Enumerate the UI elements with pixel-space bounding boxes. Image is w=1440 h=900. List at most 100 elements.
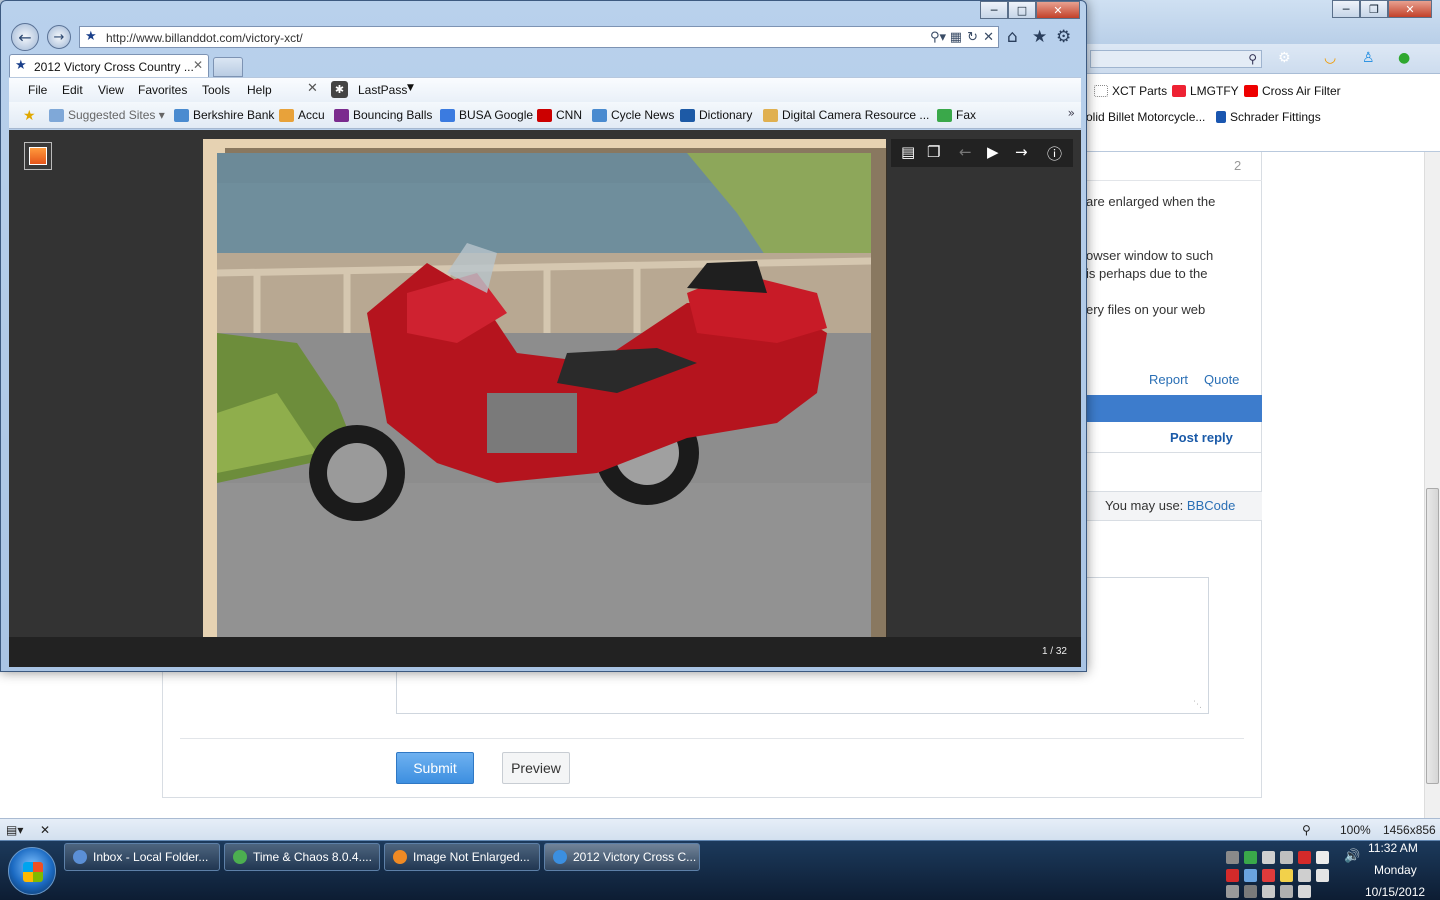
bookmark-lmgtfy[interactable]: LMGTFY (1172, 84, 1239, 98)
favorite-fax[interactable]: Fax (937, 108, 976, 122)
taskbar-item-inbox[interactable]: Inbox - Local Folder... (64, 843, 220, 871)
favorite-berkshire-bank[interactable]: Berkshire Bank (174, 108, 274, 122)
bookmark-cross-air-filter[interactable]: Cross Air Filter (1244, 84, 1341, 98)
tray-icon[interactable] (1244, 869, 1257, 882)
tools-gear-icon[interactable]: ⚙ (1056, 27, 1071, 47)
tray-icon[interactable] (1262, 851, 1275, 864)
favorite-cnn[interactable]: CNN (537, 108, 582, 122)
stop-icon[interactable]: ✕ (983, 30, 994, 45)
close-button[interactable]: ✕ (1036, 1, 1080, 19)
tray-icon[interactable] (1280, 885, 1293, 898)
chevron-right-icon[interactable]: » (1068, 106, 1075, 120)
tray-icon[interactable] (1262, 885, 1275, 898)
menu-edit[interactable]: Edit (62, 83, 83, 97)
preview-button[interactable]: Preview (502, 752, 570, 784)
previous-arrow-icon[interactable]: ← (959, 143, 972, 161)
lastpass-icon[interactable]: ✱ (331, 81, 348, 98)
next-arrow-icon[interactable]: → (1015, 143, 1028, 161)
fullscreen-icon[interactable]: ❐ (927, 143, 940, 161)
add-to-favorites-icon[interactable]: ★ (23, 108, 36, 124)
maximize-button[interactable]: □ (1008, 1, 1036, 19)
menu-help[interactable]: Help (247, 83, 272, 97)
chevron-down-icon[interactable]: ▼ (407, 83, 414, 93)
tab-close-icon[interactable]: ✕ (193, 58, 203, 72)
favorites-star-icon[interactable]: ★ (1032, 27, 1047, 47)
vertical-scrollbar[interactable] (1424, 152, 1440, 818)
restore-button[interactable]: ❐ (1360, 0, 1388, 18)
clock-time[interactable]: 11:32 AM (1368, 841, 1418, 855)
clock-date: 10/15/2012 (1365, 885, 1426, 899)
favorite-cycle-news[interactable]: Cycle News (592, 108, 674, 122)
tray-icon[interactable] (1244, 885, 1257, 898)
favorite-suggested-sites[interactable]: Suggested Sites ▾ (49, 108, 165, 122)
report-link[interactable]: Report (1149, 372, 1188, 387)
favorite-busa-google[interactable]: BUSA Google (440, 108, 533, 122)
tray-icon[interactable] (1298, 851, 1311, 864)
tray-icon[interactable] (1298, 869, 1311, 882)
tray-icon[interactable] (1226, 869, 1239, 882)
dictionary-icon (680, 108, 695, 122)
menu-tools[interactable]: Tools (202, 83, 230, 97)
address-url[interactable]: http://www.billanddot.com/victory-xct/ (106, 31, 303, 45)
motorcycle-photo[interactable] (217, 153, 871, 639)
scrollbar-thumb[interactable] (1426, 488, 1439, 784)
menu-favorites[interactable]: Favorites (138, 83, 187, 97)
taskbar-item-time-chaos[interactable]: Time & Chaos 8.0.4.... (224, 843, 380, 871)
search-box[interactable]: ⚲ (1090, 50, 1262, 68)
favorite-label: Fax (956, 108, 977, 122)
bookmark-xct-parts[interactable]: XCT Parts (1094, 84, 1167, 98)
taskbar-item-ie[interactable]: 2012 Victory Cross C... (544, 843, 700, 871)
tray-icon[interactable] (1226, 851, 1239, 864)
favorite-accu[interactable]: Accu (279, 108, 325, 122)
tray-icon[interactable] (1298, 885, 1311, 898)
forward-button[interactable]: → (47, 25, 71, 49)
close-toolbar-icon[interactable]: ✕ (307, 81, 318, 96)
amazon-icon[interactable]: ◡ (1324, 50, 1336, 66)
tab-bar: ★ 2012 Victory Cross Country ... ✕ (7, 53, 1081, 77)
tab-active[interactable]: ★ 2012 Victory Cross Country ... ✕ (9, 54, 209, 77)
tray-icon[interactable] (1226, 885, 1239, 898)
favorite-bouncing-balls[interactable]: Bouncing Balls (334, 108, 432, 122)
resize-grip-icon[interactable]: ⋱ (1193, 700, 1202, 710)
bbcode-link[interactable]: BBCode (1187, 498, 1235, 513)
play-icon[interactable]: ▶ (987, 143, 999, 161)
refresh-icon[interactable]: ↻ (967, 30, 978, 45)
minimize-button[interactable]: ─ (1332, 0, 1360, 18)
tray-icon[interactable] (1280, 869, 1293, 882)
tray-icon[interactable] (1316, 851, 1329, 864)
taskbar-item-firefox[interactable]: Image Not Enlarged... (384, 843, 540, 871)
menu-file[interactable]: File (28, 83, 47, 97)
bookmark-billet-motorcycle[interactable]: olid Billet Motorcycle... (1086, 110, 1205, 124)
search-icon[interactable]: ⚲▾ (930, 30, 946, 45)
thumbnails-icon[interactable]: ▤ (901, 143, 915, 161)
page-status-icon[interactable]: ▤▾ (6, 823, 23, 837)
lastpass-menu[interactable]: LastPass (358, 83, 407, 97)
submit-button[interactable]: Submit (396, 752, 474, 784)
tray-icon[interactable] (1316, 869, 1329, 882)
compatibility-icon[interactable]: ▦ (950, 30, 962, 45)
settings-icon[interactable]: ⚙ (1278, 50, 1291, 66)
address-bar[interactable]: ★ http://www.billanddot.com/victory-xct/… (79, 26, 999, 48)
bookmark-schrader-fittings[interactable]: Schrader Fittings (1216, 110, 1321, 124)
zoom-level[interactable]: 100% (1340, 823, 1371, 837)
menu-view[interactable]: View (98, 83, 124, 97)
minimize-button[interactable]: ─ (980, 1, 1008, 19)
tray-icon[interactable] (1262, 869, 1275, 882)
close-button[interactable]: ✕ (1388, 0, 1432, 18)
favorite-dictionary[interactable]: Dictionary (680, 108, 752, 122)
start-button[interactable] (8, 847, 56, 895)
close-icon[interactable]: ✕ (40, 823, 50, 837)
info-icon[interactable]: ⓘ (1047, 143, 1062, 164)
search-icon[interactable]: ⚲ (1248, 52, 1257, 66)
person-icon[interactable]: ♙ (1362, 50, 1375, 66)
tray-icon[interactable] (1280, 851, 1293, 864)
favorite-digital-camera-resource[interactable]: Digital Camera Resource ... (763, 108, 929, 122)
gallery-home-button[interactable] (24, 142, 52, 170)
tray-icon[interactable] (1244, 851, 1257, 864)
volume-icon[interactable]: 🔊 (1344, 849, 1360, 864)
home-icon[interactable]: ⌂ (1007, 27, 1018, 47)
green-status-icon[interactable]: ● (1398, 50, 1410, 66)
back-button[interactable]: ← (11, 23, 39, 51)
quote-link[interactable]: Quote (1204, 372, 1239, 387)
new-tab-button[interactable] (213, 57, 243, 77)
